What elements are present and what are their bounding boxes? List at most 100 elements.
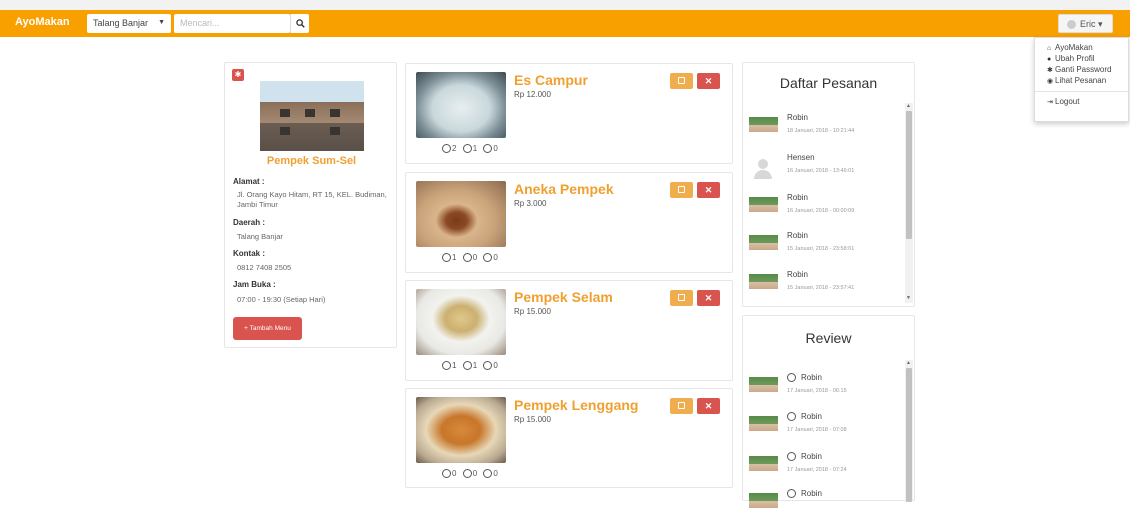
search-button[interactable] — [290, 14, 309, 33]
dropdown-divider — [1035, 91, 1130, 92]
menu-name: Pempek Lenggang — [514, 397, 639, 413]
edit-menu-button[interactable] — [670, 398, 693, 414]
menu-card: Pempek Selam Rp 15.000 ✕ 1 1 0 — [405, 280, 733, 381]
review-item[interactable]: Robin 17 Januari, 2018 - 07:08 — [749, 410, 899, 446]
search-input[interactable]: Mencari... — [174, 14, 290, 33]
order-customer-name: Hensen — [787, 153, 815, 162]
review-item[interactable]: Robin — [749, 487, 899, 523]
edit-menu-button[interactable] — [670, 182, 693, 198]
delete-menu-button[interactable]: ✕ — [697, 398, 720, 414]
scroll-up-icon[interactable]: ▲ — [906, 360, 911, 366]
neutral-face-icon — [462, 361, 472, 371]
order-time: 16 Januari, 2018 - 13:46:01 — [787, 168, 855, 174]
dropdown-item-lihat-pesanan[interactable]: ◉ Lihat Pesanan — [1047, 75, 1128, 86]
menu-price: Rp 12.000 — [514, 90, 551, 99]
dropdown-item-logout[interactable]: ⇥ Logout — [1047, 96, 1128, 107]
brand-logo[interactable]: AyoMakan — [15, 16, 70, 28]
location-select-value: Talang Banjar — [93, 18, 149, 28]
happy-face-icon — [787, 412, 796, 422]
order-time: 15 Januari, 2018 - 23:58:01 — [787, 246, 855, 252]
menu-price: Rp 15.000 — [514, 415, 551, 424]
menu-photo — [416, 289, 506, 355]
settings-gear-button[interactable]: ✱ — [232, 69, 244, 81]
reaction-counts: 1 1 0 — [442, 361, 502, 371]
edit-icon — [678, 77, 685, 84]
sad-face-icon — [483, 361, 493, 371]
edit-menu-button[interactable] — [670, 290, 693, 306]
happy-face-icon — [787, 373, 796, 383]
navbar: AyoMakan Talang Banjar ▼ Mencari... Eric… — [0, 10, 1130, 37]
location-select[interactable]: Talang Banjar ▼ — [87, 14, 171, 33]
store-info-card: ✱ Pempek Sum-Sel Alamat : Jl. Orang Kayo… — [224, 62, 397, 348]
order-item[interactable]: Hensen 16 Januari, 2018 - 13:46:01 — [749, 151, 899, 187]
eye-icon: ◉ — [1047, 78, 1054, 85]
scroll-down-icon[interactable]: ▼ — [906, 295, 911, 301]
order-time: 16 Januari, 2018 - 00:00:09 — [787, 208, 855, 214]
reviewer-name: Robin — [787, 373, 822, 383]
menu-name: Aneka Pempek — [514, 181, 614, 197]
review-item[interactable]: Robin 17 Januari, 2018 - 07:24 — [749, 450, 899, 486]
scrollbar-thumb[interactable] — [906, 111, 912, 239]
order-item[interactable]: Robin 15 Januari, 2018 - 23:58:01 — [749, 229, 899, 265]
order-customer-name: Robin — [787, 193, 808, 202]
alamat-label: Alamat : — [233, 177, 265, 186]
edit-icon — [678, 402, 685, 409]
avatar — [749, 493, 778, 516]
user-menu-button[interactable]: Eric ▾ — [1058, 14, 1113, 33]
avatar — [749, 197, 778, 220]
reaction-counts: 0 0 0 — [442, 469, 502, 479]
delete-menu-button[interactable]: ✕ — [697, 73, 720, 89]
user-dropdown-menu: ⌂ AyoMakan ● Ubah Profil ✱ Ganti Password ◉… — [1034, 37, 1130, 122]
add-menu-button[interactable]: + Tambah Menu — [233, 317, 302, 340]
menu-photo — [416, 181, 506, 247]
avatar — [749, 117, 778, 140]
scroll-up-icon[interactable]: ▲ — [906, 103, 911, 109]
order-list-scrollbar[interactable]: ▲ ▼ — [905, 103, 913, 303]
review-scrollbar[interactable]: ▲ — [905, 360, 913, 502]
order-time: 15 Januari, 2018 - 23:57:41 — [787, 285, 855, 291]
store-photo — [260, 81, 364, 151]
order-item[interactable]: Robin 15 Januari, 2018 - 23:57:41 — [749, 268, 899, 304]
neutral-face-icon — [787, 489, 796, 499]
edit-menu-button[interactable] — [670, 73, 693, 89]
review-title: Review — [805, 330, 852, 346]
logout-icon: ⇥ — [1047, 99, 1053, 106]
delete-menu-button[interactable]: ✕ — [697, 182, 720, 198]
avatar — [749, 416, 778, 439]
review-item[interactable]: Robin 17 Januari, 2018 - 06:15 — [749, 371, 899, 407]
daerah-label: Daerah : — [233, 218, 266, 227]
dropdown-item-ubah-profil[interactable]: ● Ubah Profil — [1047, 53, 1128, 64]
delete-menu-button[interactable]: ✕ — [697, 290, 720, 306]
avatar — [749, 235, 778, 258]
avatar — [749, 377, 778, 400]
reaction-counts: 1 0 0 — [442, 253, 502, 263]
review-time: 17 Januari, 2018 - 07:08 — [787, 427, 847, 433]
alamat-value: Jl. Orang Kayo Hitam, RT 15, KEL. Budima… — [237, 190, 387, 209]
neutral-face-icon — [462, 144, 472, 154]
order-customer-name: Robin — [787, 113, 808, 122]
dropdown-item-ganti-password[interactable]: ✱ Ganti Password — [1047, 64, 1128, 75]
order-customer-name: Robin — [787, 231, 808, 240]
review-time: 17 Januari, 2018 - 07:24 — [787, 467, 847, 473]
order-time: 18 Januari, 2018 - 10:21:44 — [787, 128, 855, 134]
user-icon — [1067, 20, 1076, 30]
scrollbar-thumb[interactable] — [906, 368, 912, 502]
order-item[interactable]: Robin 18 Januari, 2018 - 10:21:44 — [749, 111, 899, 147]
order-customer-name: Robin — [787, 270, 808, 279]
happy-face-icon — [442, 253, 451, 263]
kontak-label: Kontak : — [233, 249, 265, 258]
menu-photo — [416, 397, 506, 463]
dropdown-item-ayomakan[interactable]: ⌂ AyoMakan — [1047, 42, 1128, 53]
user-name: Eric — [1080, 19, 1096, 29]
neutral-face-icon — [462, 469, 472, 479]
menu-card: Es Campur Rp 12.000 ✕ 2 1 0 — [405, 63, 733, 164]
menu-card: Pempek Lenggang Rp 15.000 ✕ 0 0 0 — [405, 388, 733, 488]
reviewer-name: Robin — [787, 452, 822, 462]
reviewer-name: Robin — [787, 489, 822, 499]
order-item[interactable]: Robin 16 Januari, 2018 - 00:00:09 — [749, 191, 899, 227]
menu-name: Es Campur — [514, 72, 588, 88]
happy-face-icon — [442, 144, 451, 154]
avatar — [749, 456, 778, 479]
edit-icon — [678, 294, 685, 301]
caret-down-icon: ▼ — [158, 19, 165, 26]
